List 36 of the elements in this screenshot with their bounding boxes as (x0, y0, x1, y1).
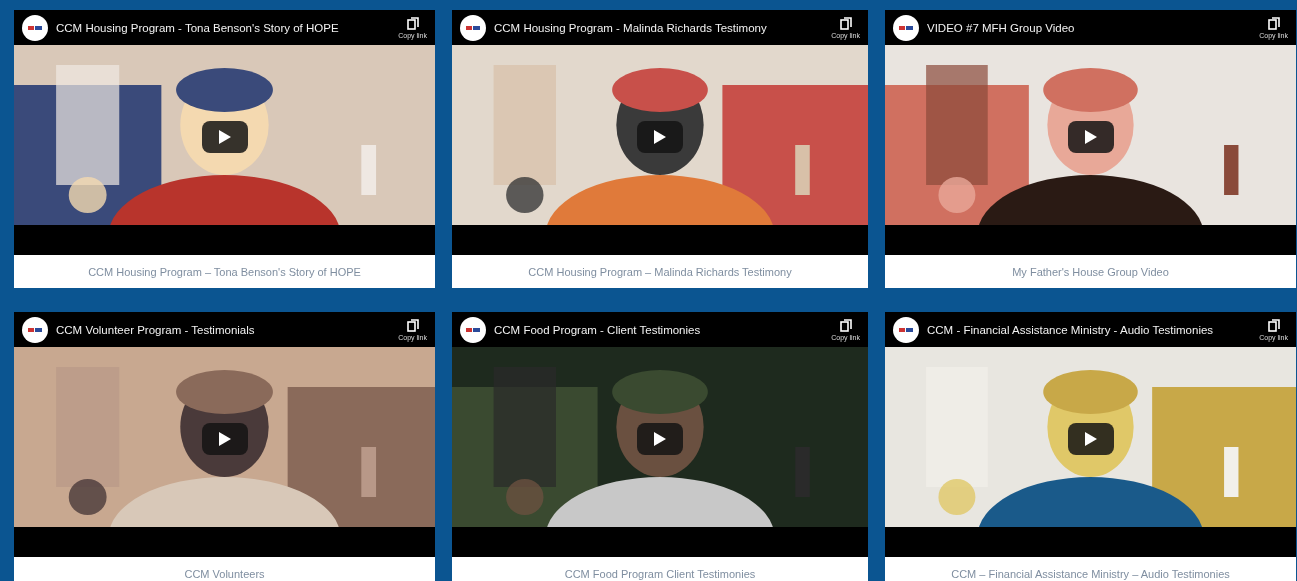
copy-icon[interactable] (1267, 16, 1280, 31)
video-caption: CCM Volunteers (183, 566, 266, 581)
copy-icon[interactable] (839, 16, 852, 31)
copy-icon[interactable] (1267, 318, 1280, 333)
play-button[interactable] (1067, 423, 1114, 456)
copy-icon[interactable] (839, 318, 852, 333)
channel-logo-icon[interactable] (460, 14, 486, 41)
play-icon (653, 431, 667, 448)
play-button[interactable] (1067, 121, 1114, 154)
video-caption: CCM Housing Program – Tona Benson's Story of HOPE (87, 264, 362, 280)
copy-icon[interactable] (406, 16, 419, 31)
play-button[interactable] (201, 121, 248, 154)
channel-logo-icon[interactable] (893, 316, 919, 343)
channel-logo-icon[interactable] (460, 316, 486, 343)
play-button[interactable] (637, 121, 683, 154)
play-button[interactable] (637, 423, 683, 456)
copy-icon[interactable] (406, 318, 419, 333)
video-caption: CCM Food Program Client Testimonies (563, 566, 757, 581)
video-title[interactable]: CCM Food Program - Client Testimonies (494, 323, 824, 336)
video-caption: CCM – Financial Assistance Ministry – Audio Testimonies (950, 566, 1231, 581)
play-icon (1083, 431, 1098, 448)
channel-logo-icon[interactable] (22, 14, 48, 41)
video-title[interactable]: CCM Volunteer Program - Testimonials (56, 323, 391, 336)
play-icon (1083, 129, 1098, 146)
play-button[interactable] (201, 423, 248, 456)
video-title[interactable]: VIDEO #7 MFH Group Video (927, 21, 1252, 34)
video-caption: CCM Housing Program – Malinda Richards Testimony (527, 264, 793, 280)
video-caption: My Father's House Group Video (1011, 264, 1170, 280)
video-title[interactable]: CCM Housing Program - Malinda Richards Testimony (494, 21, 824, 34)
video-title[interactable]: CCM - Financial Assistance Ministry - Audio Testimonies (927, 323, 1252, 336)
video-title[interactable]: CCM Housing Program - Tona Benson's Story of HOPE (56, 21, 391, 34)
channel-logo-icon[interactable] (22, 316, 48, 343)
channel-logo-icon[interactable] (893, 14, 919, 41)
play-icon (653, 129, 667, 146)
play-icon (217, 431, 232, 448)
play-icon (217, 129, 232, 146)
